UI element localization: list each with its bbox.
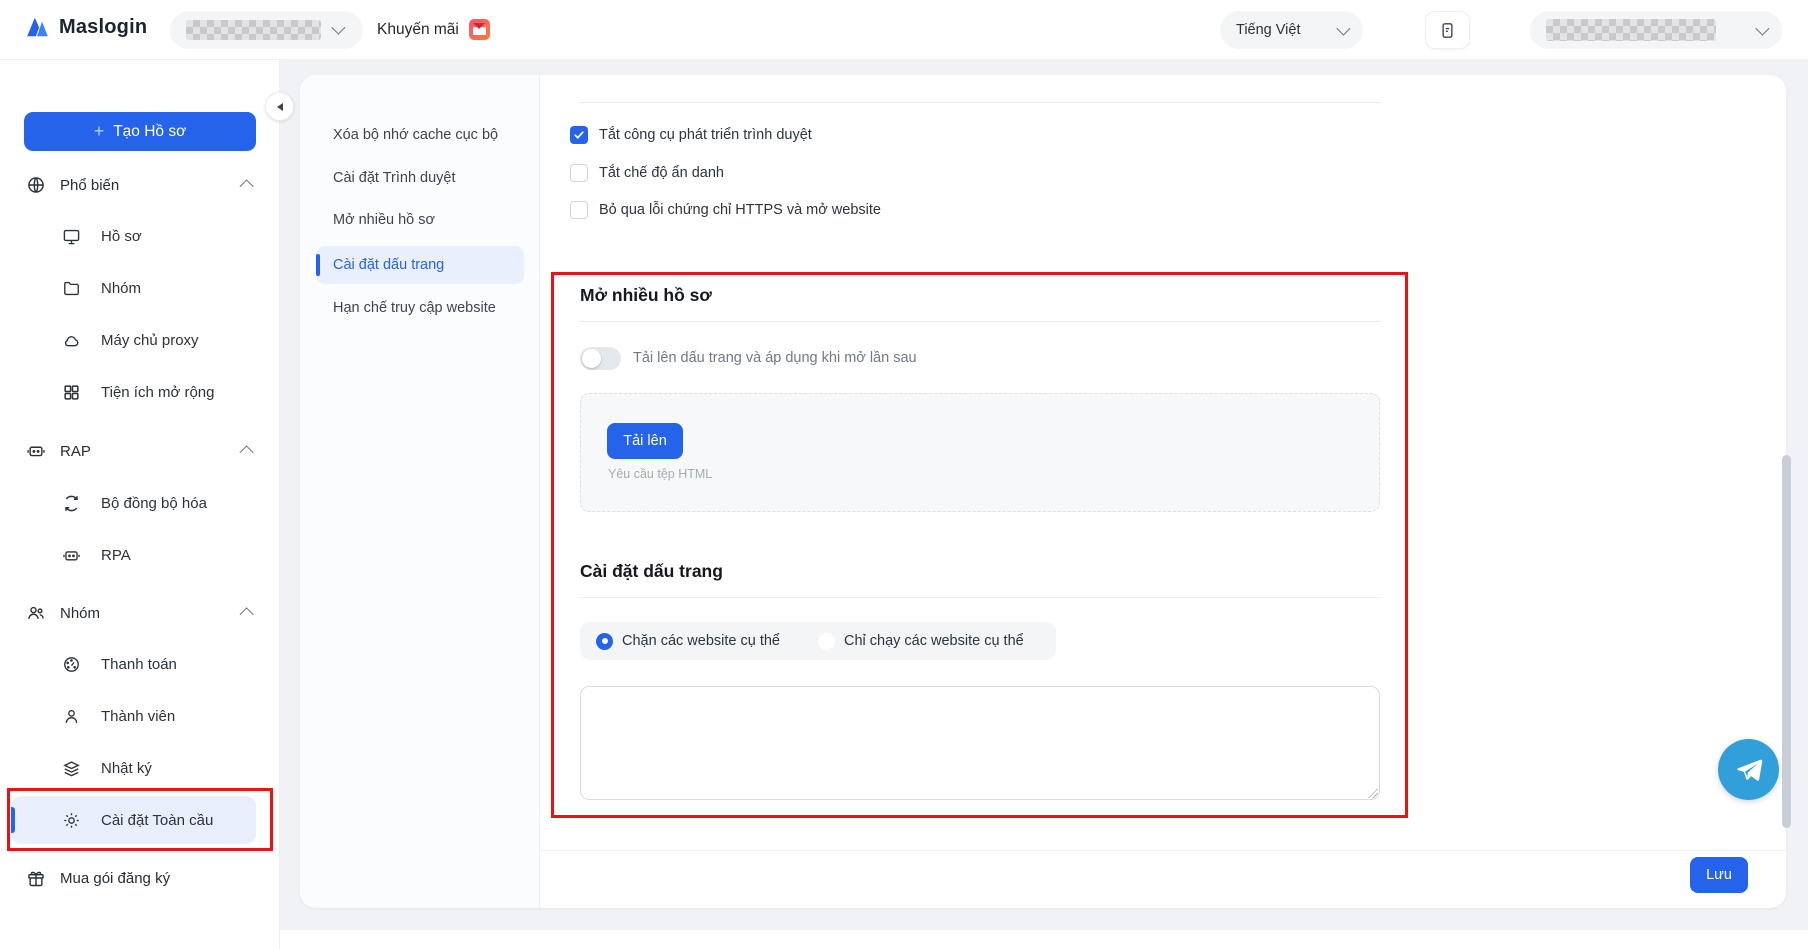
telegram-icon bbox=[1736, 759, 1762, 781]
logo-text: Maslogin bbox=[59, 15, 148, 38]
sidebar-item-tien-ich-mo-rong[interactable]: Tiện ích mở rộng bbox=[0, 376, 280, 408]
maslogin-logo-icon bbox=[27, 17, 48, 37]
document-icon bbox=[1442, 22, 1453, 38]
sidebar-item-thanh-toan[interactable]: Thanh toán bbox=[0, 648, 280, 680]
settings-subnav: Xóa bộ nhớ cache cục bộ Cài đặt Trình du… bbox=[300, 75, 540, 908]
maslogin-app: Maslogin Khuyến mãi Tiếng Việt + Tạo Hồ … bbox=[0, 0, 1808, 949]
checkbox-row-disable-devtools[interactable]: Tắt công cụ phát triển trình duyệt bbox=[570, 126, 812, 144]
sidebar-collapse-button[interactable] bbox=[265, 92, 294, 121]
chevron-down-icon bbox=[1336, 21, 1351, 36]
sidebar-item-bo-dong-bo-hoa[interactable]: Bộ đồng bộ hóa bbox=[0, 487, 280, 519]
subnav-item-multi-profile[interactable]: Mở nhiều hồ sơ bbox=[316, 201, 524, 239]
language-selector[interactable]: Tiếng Việt bbox=[1220, 11, 1363, 49]
sidebar-section-nhom[interactable]: Nhóm bbox=[0, 597, 280, 629]
telegram-fab[interactable] bbox=[1718, 739, 1779, 800]
sidebar-item-ho-so[interactable]: Hồ sơ bbox=[0, 220, 280, 252]
redacted-account-name bbox=[1546, 19, 1716, 41]
sidebar-item-cai-dat-toan-cau[interactable]: Cài đặt Toàn cầu bbox=[0, 804, 280, 836]
sidebar-section-rap[interactable]: RAP bbox=[0, 435, 280, 467]
sync-icon bbox=[65, 495, 78, 511]
person-icon bbox=[65, 709, 78, 723]
chevron-down-icon bbox=[1755, 21, 1770, 36]
section-title-multi-profile: Mở nhiều hồ sơ bbox=[580, 285, 712, 305]
vertical-scrollbar[interactable] bbox=[1782, 455, 1791, 828]
footer-divider bbox=[540, 850, 1786, 851]
checkbox-unchecked-icon[interactable] bbox=[570, 164, 588, 182]
promo-link[interactable]: Khuyến mãi bbox=[377, 19, 490, 40]
save-button[interactable]: Lưu bbox=[1690, 857, 1748, 893]
create-profile-button[interactable]: + Tạo Hồ sơ bbox=[24, 112, 256, 151]
grid-icon bbox=[64, 384, 79, 400]
monitor-icon bbox=[63, 229, 80, 244]
section-label: RAP bbox=[60, 442, 91, 460]
bookmark-upload-toggle[interactable] bbox=[580, 347, 621, 370]
checkbox-unchecked-icon[interactable] bbox=[570, 201, 588, 219]
sidebar-item-nhom[interactable]: Nhóm bbox=[0, 272, 280, 304]
upload-dropzone[interactable]: Tải lên Yêu cầu tệp HTML bbox=[580, 393, 1380, 512]
active-indicator-bar bbox=[316, 254, 320, 276]
folder-icon bbox=[64, 281, 79, 295]
language-label: Tiếng Việt bbox=[1236, 22, 1301, 38]
textarea-resize-grip[interactable] bbox=[1368, 788, 1378, 798]
gift-icon bbox=[28, 871, 44, 887]
subnav-item-bookmark-settings[interactable]: Cài đặt dấu trang bbox=[316, 246, 524, 284]
workspace-selector[interactable] bbox=[170, 11, 363, 49]
section-label: Nhóm bbox=[60, 604, 101, 622]
section-divider bbox=[580, 597, 1380, 598]
chevron-down-icon bbox=[331, 20, 346, 35]
layers-icon bbox=[63, 760, 80, 776]
subnav-item-browser-settings[interactable]: Cài đặt Trình duyệt bbox=[316, 159, 524, 197]
chevron-up-icon bbox=[239, 445, 254, 460]
section-title-bookmark-settings: Cài đặt dấu trang bbox=[580, 561, 723, 581]
chevron-up-icon bbox=[239, 179, 254, 194]
sidebar-item-thanh-vien[interactable]: Thành viên bbox=[0, 700, 280, 732]
create-profile-label: Tạo Hồ sơ bbox=[113, 122, 187, 140]
section-divider bbox=[580, 102, 1380, 103]
cloud-icon bbox=[64, 335, 79, 346]
users-icon bbox=[28, 606, 44, 619]
checkbox-checked-icon[interactable] bbox=[570, 126, 588, 144]
checkbox-row-ignore-https[interactable]: Bỏ qua lỗi chứng chỉ HTTPS và mở website bbox=[570, 201, 881, 219]
top-header: Maslogin Khuyến mãi Tiếng Việt bbox=[0, 0, 1808, 60]
gauge-icon bbox=[64, 656, 79, 672]
toggle-knob bbox=[582, 349, 601, 368]
collapse-arrow-icon bbox=[276, 102, 283, 111]
website-list-textarea[interactable] bbox=[580, 686, 1380, 800]
radio-unselected-icon[interactable] bbox=[817, 632, 835, 650]
app-logo[interactable]: Maslogin bbox=[24, 14, 147, 40]
sidebar-section-pho-bien[interactable]: Phổ biến bbox=[0, 169, 280, 201]
sidebar-item-may-chu-proxy[interactable]: Máy chủ proxy bbox=[0, 324, 280, 356]
section-divider bbox=[580, 321, 1380, 322]
promo-mail-icon bbox=[468, 19, 490, 40]
robot-icon bbox=[27, 446, 45, 457]
promo-label: Khuyến mãi bbox=[377, 20, 459, 38]
subnav-item-clear-cache[interactable]: Xóa bộ nhớ cache cục bộ bbox=[316, 116, 524, 154]
radio-selected-icon[interactable] bbox=[596, 632, 613, 650]
upload-hint: Yêu cầu tệp HTML bbox=[608, 467, 713, 481]
radio-label-run-specific[interactable]: Chỉ chạy các website cụ thể bbox=[844, 633, 1024, 649]
sidebar-item-rpa[interactable]: RPA bbox=[0, 539, 280, 571]
section-label: Phổ biến bbox=[60, 176, 120, 194]
upload-button[interactable]: Tải lên bbox=[607, 423, 683, 459]
sidebar: + Tạo Hồ sơ Phổ biến Hồ sơ Nhóm Máy chủ … bbox=[0, 60, 280, 949]
chevron-up-icon bbox=[239, 607, 254, 622]
gear-icon bbox=[64, 812, 79, 828]
globe-icon bbox=[28, 177, 44, 193]
account-selector[interactable] bbox=[1530, 11, 1782, 49]
subnav-item-website-restriction[interactable]: Hạn chế truy cập website bbox=[316, 289, 524, 327]
robot-icon bbox=[63, 550, 80, 561]
plus-icon: + bbox=[93, 121, 105, 141]
docs-button[interactable] bbox=[1425, 11, 1470, 49]
checkbox-row-disable-incognito[interactable]: Tắt chế độ ẩn danh bbox=[570, 164, 724, 182]
sidebar-item-nhat-ky[interactable]: Nhật ký bbox=[0, 752, 280, 784]
sidebar-item-mua-goi-dang-ky[interactable]: Mua gói đăng ký bbox=[0, 862, 280, 894]
redacted-workspace-name bbox=[186, 20, 321, 40]
radio-label-block-specific[interactable]: Chặn các website cụ thể bbox=[622, 633, 780, 649]
toggle-label: Tải lên dấu trang và áp dụng khi mở lần … bbox=[633, 350, 917, 366]
website-filter-radio-group: Chặn các website cụ thể Chỉ chạy các web… bbox=[580, 622, 1056, 660]
